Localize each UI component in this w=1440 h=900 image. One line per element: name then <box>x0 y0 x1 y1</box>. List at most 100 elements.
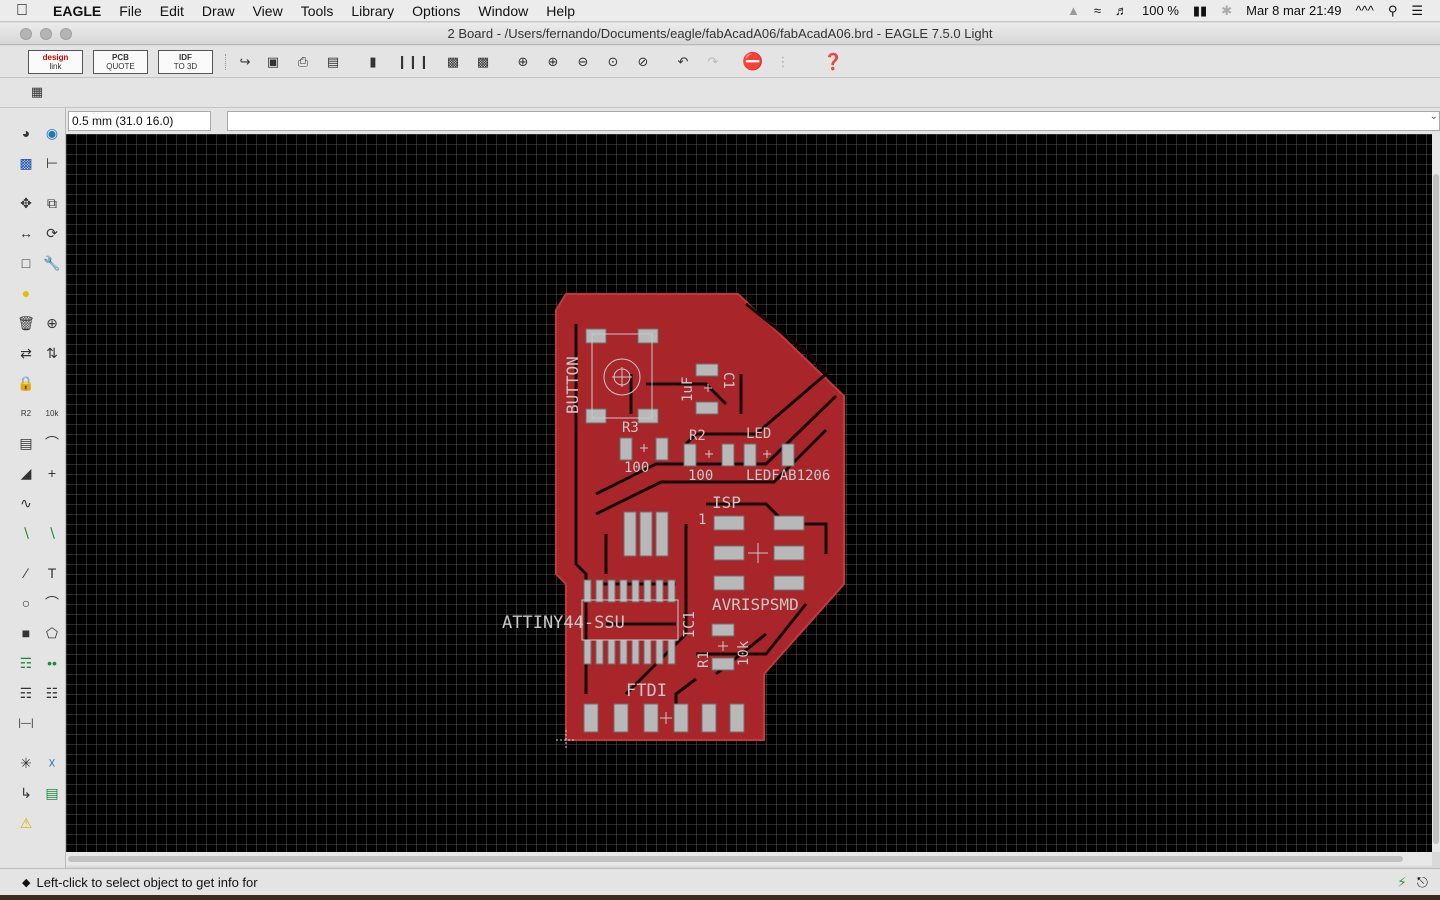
pcb-quote-line1: PCB <box>112 53 129 62</box>
dimension-icon[interactable]: |—| <box>15 712 37 734</box>
go-icon[interactable]: ⋮ <box>772 52 794 72</box>
close-window-button[interactable] <box>20 28 32 40</box>
zoom-window-button[interactable] <box>60 28 72 40</box>
miter-icon[interactable]: ⌒ <box>41 432 63 454</box>
menu-help[interactable]: Help <box>537 0 584 22</box>
drc-icon[interactable]: ▤ <box>41 782 63 804</box>
grid-icon[interactable]: ▦ <box>26 82 48 102</box>
vertical-scroll-thumb[interactable] <box>1433 174 1439 844</box>
wifi-icon[interactable]: ≈ <box>1087 3 1108 18</box>
zoom-out-icon[interactable]: ⊖ <box>572 52 594 72</box>
signal-icon[interactable]: •• <box>41 652 63 674</box>
label-r1: R1 <box>696 651 712 668</box>
arc-icon[interactable]: ⌒ <box>41 592 63 614</box>
rect-icon[interactable]: ■ <box>15 622 37 644</box>
user-menu-icon[interactable]: ^^^ <box>1349 3 1381 18</box>
cam-processor-icon[interactable]: ▤ <box>322 52 344 72</box>
smash-icon[interactable]: ▤ <box>15 432 37 454</box>
zoom-in-icon[interactable]: ⊕ <box>542 52 564 72</box>
info-icon[interactable]: ◕ <box>15 122 37 144</box>
replace-icon[interactable]: ⇄ <box>15 342 37 364</box>
clock[interactable]: Mar 8 mar 21:49 <box>1239 3 1348 18</box>
circle-icon[interactable]: ○ <box>15 592 37 614</box>
optimize-icon[interactable]: + <box>41 462 63 484</box>
show-icon[interactable]: ◉ <box>41 122 63 144</box>
route-icon[interactable]: ∖ <box>15 522 37 544</box>
schematic-switch-icon[interactable]: ▩ <box>442 52 464 72</box>
horizontal-scroll-thumb[interactable] <box>68 856 1403 862</box>
autorouter-icon[interactable]: ☓ <box>41 752 63 774</box>
value-icon[interactable]: 10k <box>41 402 63 424</box>
delete-icon[interactable]: 🗑 <box>15 312 37 334</box>
split-icon[interactable]: ◢ <box>15 462 37 484</box>
vertical-scrollbar[interactable] <box>1432 134 1440 852</box>
apple-menu-icon[interactable]:  <box>0 2 44 20</box>
minimize-window-button[interactable] <box>40 28 52 40</box>
hole-icon[interactable]: ☶ <box>15 682 37 704</box>
pcb-quote-button[interactable]: PCB QUOTE <box>93 50 148 74</box>
battery-icon[interactable]: ▮▮ <box>1186 3 1214 19</box>
wire-icon[interactable]: ∕ <box>15 562 37 584</box>
name-icon[interactable]: R2 <box>15 402 37 424</box>
ratsnest-icon[interactable]: ✳ <box>15 752 37 774</box>
add-icon[interactable]: ⊕ <box>41 312 63 334</box>
attribute-icon[interactable]: ☷ <box>41 682 63 704</box>
help-icon[interactable]: ❓ <box>822 52 844 72</box>
rotate-icon[interactable]: ⟳ <box>41 222 63 244</box>
undo-icon[interactable]: ↶ <box>672 52 694 72</box>
mirror-icon[interactable]: ↔ <box>15 222 37 244</box>
move-icon[interactable]: ✥ <box>15 192 37 214</box>
menu-options[interactable]: Options <box>403 0 469 22</box>
display-layers-icon[interactable]: ▩ <box>15 152 37 174</box>
stop-command-icon[interactable]: ⎋ <box>1417 874 1428 891</box>
paste-icon[interactable]: ● <box>15 282 37 304</box>
spotlight-search-icon[interactable]: ⚲ <box>1381 3 1405 19</box>
adobe-icon[interactable]: ▲ <box>1060 3 1087 18</box>
meander-icon[interactable]: ∿ <box>15 492 37 514</box>
menu-eagle[interactable]: EAGLE <box>44 0 110 22</box>
menu-draw[interactable]: Draw <box>193 0 244 22</box>
erc-icon[interactable]: ↳ <box>15 782 37 804</box>
design-link-button[interactable]: design link <box>28 50 83 74</box>
ripup-icon[interactable]: ∖ <box>41 522 63 544</box>
script-icon[interactable]: ▮ <box>362 52 384 72</box>
status-message: Left-click to select object to get info … <box>36 874 258 890</box>
mark-icon[interactable]: ⊢ <box>41 152 63 174</box>
menu-edit[interactable]: Edit <box>151 0 193 22</box>
copy-icon[interactable]: ⧉ <box>41 192 63 214</box>
layer-settings-icon[interactable]: ❙❙❙ <box>397 52 430 72</box>
redraw-icon[interactable]: ⊙ <box>602 52 624 72</box>
via-icon[interactable]: ☶ <box>15 652 37 674</box>
board-switch-icon[interactable]: ▩ <box>472 52 494 72</box>
stop-icon[interactable]: ⛔ <box>742 52 764 72</box>
menu-library[interactable]: Library <box>342 0 403 22</box>
open-icon[interactable]: ↪ <box>234 52 256 72</box>
bluetooth-icon[interactable]: ✱ <box>1214 3 1239 19</box>
print-icon[interactable]: ⎙ <box>292 52 314 72</box>
menu-file[interactable]: File <box>110 0 151 22</box>
menu-window[interactable]: Window <box>469 0 537 22</box>
notification-center-icon[interactable]: ☰ <box>1404 3 1430 19</box>
horizontal-scrollbar[interactable] <box>66 852 1432 866</box>
command-row: 0.5 mm (31.0 16.0) ⌄ <box>0 108 1440 134</box>
polygon-icon[interactable]: ⬠ <box>41 622 63 644</box>
command-line-input[interactable] <box>227 111 1440 131</box>
change-icon[interactable]: 🔧 <box>41 252 63 274</box>
volume-icon[interactable]: ♬ <box>1108 3 1135 18</box>
battery-percent[interactable]: 100 % <box>1135 3 1186 18</box>
group-icon[interactable]: □ <box>15 252 37 274</box>
idf-to-3d-button[interactable]: IDF TO 3D <box>158 50 213 74</box>
zoom-fit-icon[interactable]: ⊕ <box>512 52 534 72</box>
lightning-icon[interactable]: ⚡ <box>1397 874 1407 891</box>
board-canvas[interactable]: BUTTON R3 100 C1 1uF R2 100 LED LEDFAB12… <box>66 134 1432 852</box>
pinswap-icon[interactable]: ⇅ <box>41 342 63 364</box>
redo-icon[interactable]: ↷ <box>702 52 724 72</box>
zoom-select-icon[interactable]: ⊘ <box>632 52 654 72</box>
text-icon[interactable]: T <box>41 562 63 584</box>
menu-tools[interactable]: Tools <box>292 0 343 22</box>
save-icon[interactable]: ▣ <box>262 52 284 72</box>
errors-warning-icon[interactable]: ⚠ <box>15 812 37 834</box>
chevron-down-icon[interactable]: ⌄ <box>1430 111 1438 122</box>
menu-view[interactable]: View <box>244 0 292 22</box>
lock-icon[interactable]: 🔒 <box>15 372 37 394</box>
